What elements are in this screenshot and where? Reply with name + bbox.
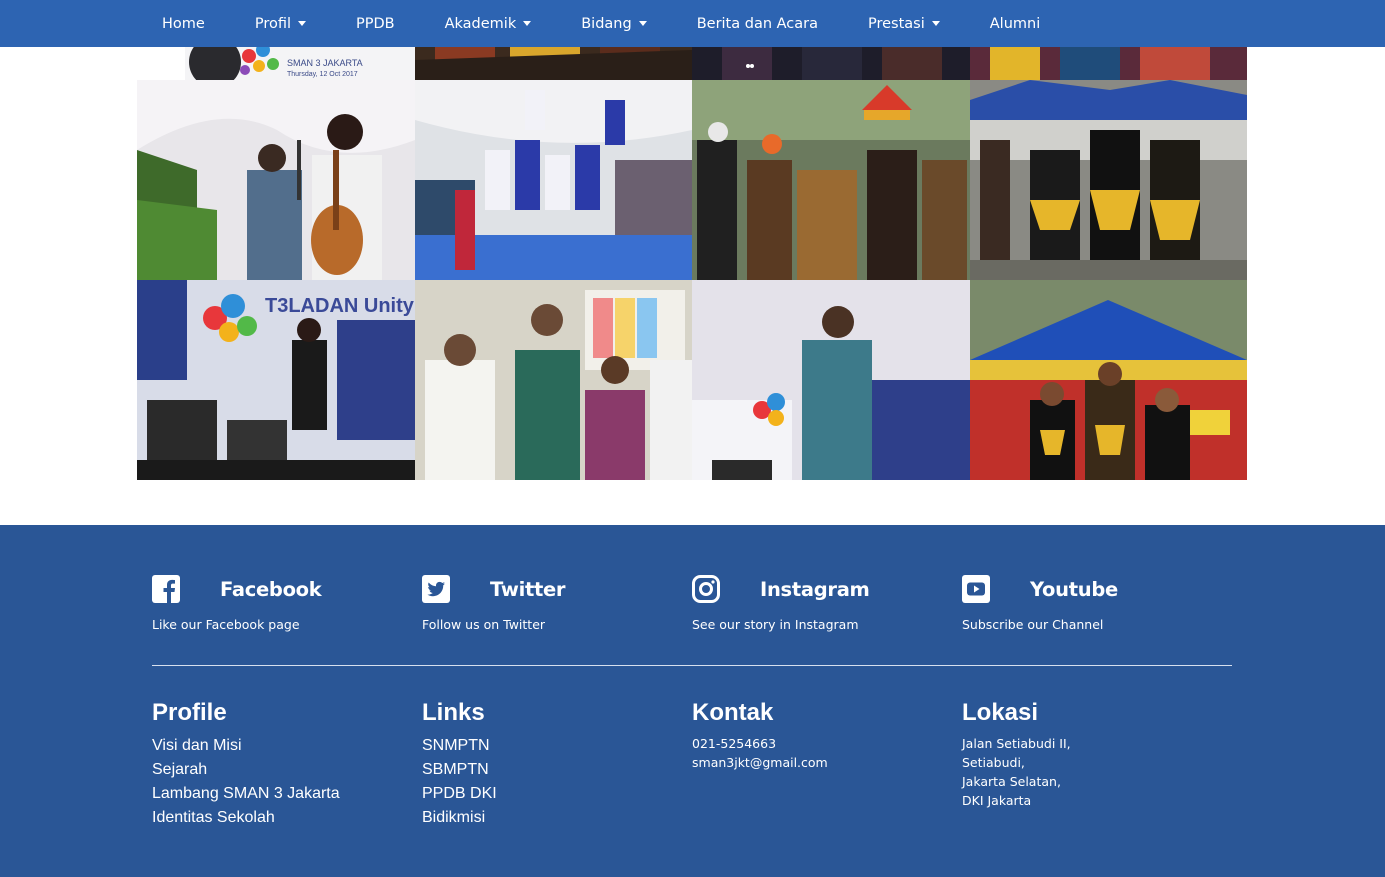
nav-menu: Home Profil PPDB Akademik Bidang Berita … [137,0,1065,47]
address-line: Jalan Setiabudi II, [962,736,1071,751]
footer-links-section: Links SNMPTN SBMPTN PPDB DKI Bidikmisi [422,698,682,830]
social-desc: See our story in Instagram [692,617,859,632]
link-visi-dan-misi[interactable]: Visi dan Misi [152,734,412,758]
social-desc: Like our Facebook page [152,617,300,632]
top-navbar: Home Profil PPDB Akademik Bidang Berita … [0,0,1385,47]
caret-down-icon [298,21,306,26]
banner-date-text: Thursday, 12 Oct 2017 [287,71,358,78]
footer-profile-section: Profile Visi dan Misi Sejarah Lambang SM… [152,698,412,830]
nav-label: Profil [254,15,291,32]
youtube-icon[interactable] [962,575,990,603]
nav-item-prestasi[interactable]: Prestasi [843,0,965,47]
footer-lokasi-section: Lokasi Jalan Setiabudi II, Setiabudi, Ja… [962,698,1222,810]
link-bidikmisi[interactable]: Bidikmisi [422,806,682,830]
section-title-profile: Profile [152,699,227,726]
facebook-icon[interactable] [152,575,180,603]
nav-item-profil[interactable]: Profil [230,0,331,47]
social-facebook[interactable]: Facebook Like our Facebook page [152,573,412,632]
section-title-links: Links [422,699,485,726]
photo-gallery: SMAN 3 JAKARTA Thursday, 12 Oct 2017 T3L… [137,0,1247,480]
link-identitas-sekolah[interactable]: Identitas Sekolah [152,806,412,830]
nav-label: Bidang [581,15,632,32]
gallery-photo-guitar-duo[interactable] [137,80,415,280]
social-title[interactable]: Instagram [760,578,870,601]
address-line: Setiabudi, [962,755,1025,770]
caret-down-icon [931,21,940,26]
nav-label: Berita dan Acara [696,15,818,32]
link-lambang[interactable]: Lambang SMAN 3 Jakarta [152,782,412,806]
social-title[interactable]: Facebook [220,578,322,601]
gallery-photo-speaker[interactable] [692,280,970,480]
link-sbmptn[interactable]: SBMPTN [422,758,682,782]
address-line: DKI Jakarta [962,793,1032,808]
social-desc: Subscribe our Channel [962,617,1104,632]
contact-email[interactable]: sman3jkt@gmail.com [692,753,952,772]
nav-label: Home [162,15,205,32]
nav-item-berita-dan-acara[interactable]: Berita dan Acara [672,0,843,47]
nav-label: Alumni [989,15,1041,32]
twitter-icon[interactable] [422,575,450,603]
nav-label: Prestasi [868,15,925,32]
link-ppdb-dki[interactable]: PPDB DKI [422,782,682,806]
address-line: Jakarta Selatan, [962,774,1061,789]
footer-divider [152,665,1232,666]
site-footer: Facebook Like our Facebook page Twitter … [0,525,1385,877]
nav-item-home[interactable]: Home [137,0,230,47]
section-title-lokasi: Lokasi [962,699,1039,726]
banner-school-text: SMAN 3 JAKARTA [287,58,363,68]
gallery-photo-cheerleaders[interactable] [415,80,692,280]
nav-item-alumni[interactable]: Alumni [965,0,1065,47]
nav-label: Akademik [444,15,517,32]
nav-item-bidang[interactable]: Bidang [556,0,671,47]
gallery-photo-group-pose[interactable] [415,280,692,480]
caret-down-icon [523,21,532,26]
social-title[interactable]: Youtube [1030,578,1118,601]
social-youtube[interactable]: Youtube Subscribe our Channel [962,573,1222,632]
nav-item-ppdb[interactable]: PPDB [331,0,420,47]
caret-down-icon [638,21,647,26]
gallery-photo-dayak-trio[interactable] [970,280,1247,480]
link-snmptn[interactable]: SNMPTN [422,734,682,758]
gallery-photo-papua-dance[interactable] [692,80,970,280]
nav-item-akademik[interactable]: Akademik [420,0,557,47]
instagram-icon[interactable] [692,575,720,603]
social-instagram[interactable]: Instagram See our story in Instagram [692,573,952,632]
gallery-photo-singer[interactable]: T3LADAN Unity Day [137,280,415,480]
banner-title-text: T3LADAN Unity Day [265,295,415,317]
social-twitter[interactable]: Twitter Follow us on Twitter [422,573,682,632]
social-desc: Follow us on Twitter [422,617,546,632]
footer-kontak-section: Kontak 021-5254663 sman3jkt@gmail.com [692,698,952,772]
gallery-photo-dayak-dance[interactable] [970,80,1247,280]
link-sejarah[interactable]: Sejarah [152,758,412,782]
section-title-kontak: Kontak [692,699,774,726]
social-title[interactable]: Twitter [490,578,566,601]
contact-phone: 021-5254663 [692,736,777,751]
nav-label: PPDB [356,15,395,32]
